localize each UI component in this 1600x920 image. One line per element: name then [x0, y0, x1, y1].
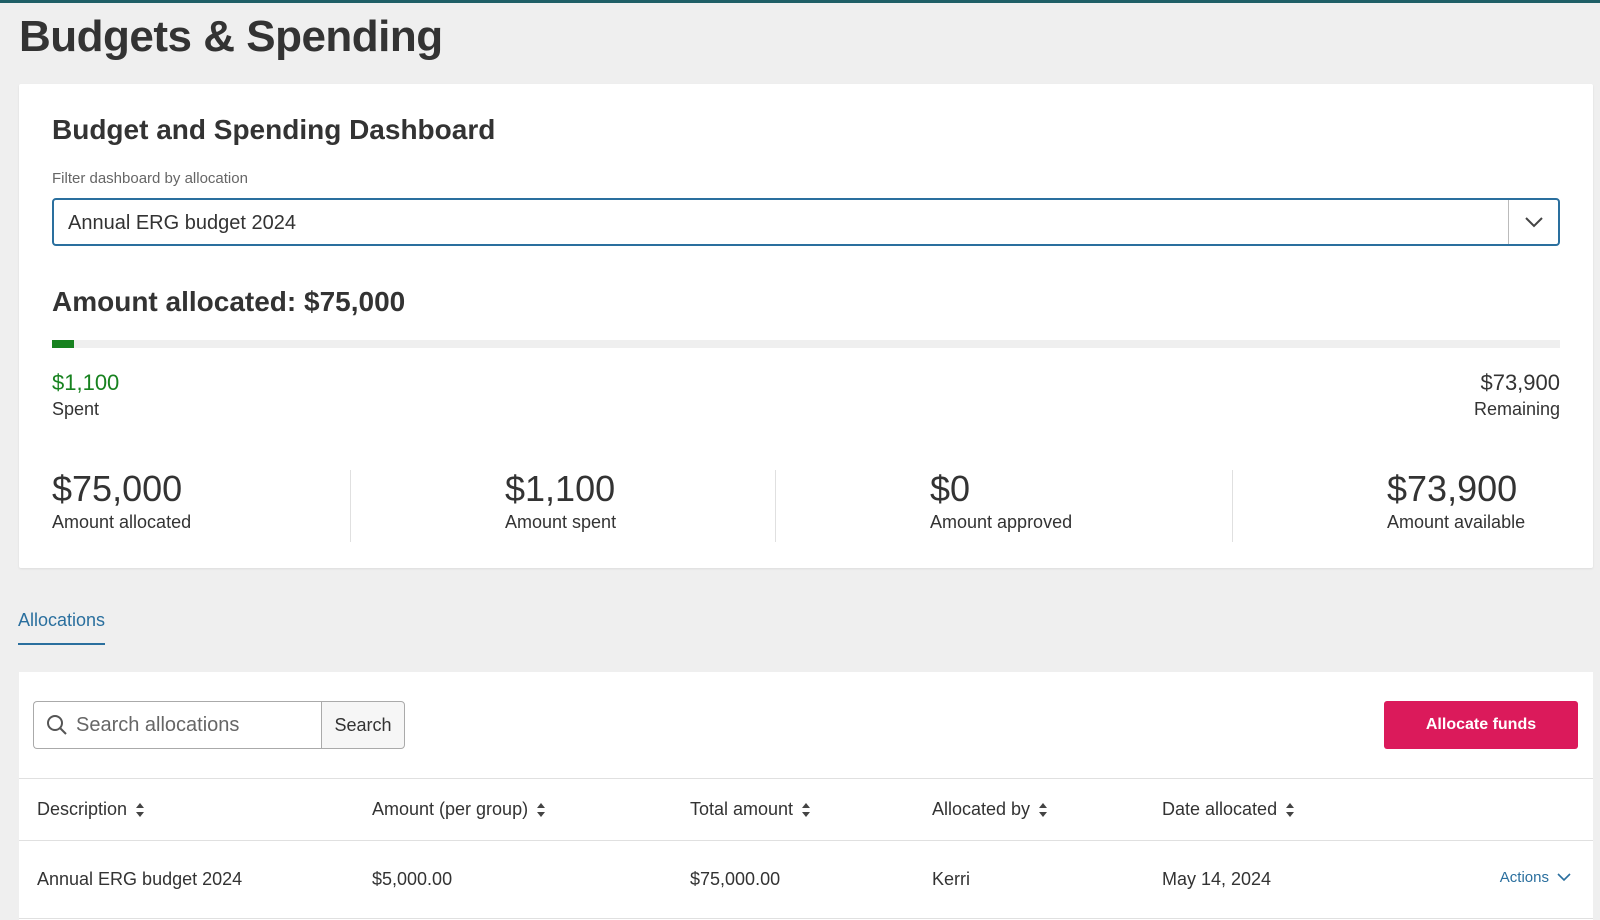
table-header: Description Amount (per group) Total amo… — [19, 778, 1593, 841]
column-header-description[interactable]: Description — [37, 799, 145, 820]
stat-value: $0 — [930, 468, 971, 509]
allocation-filter-value: Annual ERG budget 2024 — [68, 212, 296, 234]
stat-value: $1,100 — [505, 468, 616, 509]
stat-amount-allocated: $75,000 Amount allocated — [52, 468, 191, 533]
dashboard-card: Budget and Spending Dashboard Filter das… — [19, 84, 1593, 568]
cell-description: Annual ERG budget 2024 — [37, 869, 243, 889]
table-row: Annual ERG budget 2024 $5,000.00 $75,000… — [19, 841, 1593, 919]
column-header-allocated-by[interactable]: Allocated by — [932, 799, 1048, 820]
column-header-total-amount[interactable]: Total amount — [690, 799, 811, 820]
page-title: Budgets & Spending — [19, 12, 443, 61]
cell-total-amount: $75,000.00 — [690, 869, 781, 889]
filter-label: Filter dashboard by allocation — [52, 170, 248, 187]
stat-divider — [1232, 470, 1233, 542]
search-icon — [46, 714, 68, 741]
chevron-down-icon[interactable] — [1508, 200, 1558, 244]
allocation-filter-select[interactable]: Annual ERG budget 2024 — [52, 198, 1560, 246]
column-header-amount-per-group[interactable]: Amount (per group) — [372, 799, 546, 820]
column-header-label: Allocated by — [932, 799, 1031, 819]
stat-label: Amount approved — [930, 512, 1073, 532]
search-box — [33, 701, 321, 749]
top-accent-line — [0, 0, 1600, 3]
amount-allocated-heading: Amount allocated: $75,000 — [52, 286, 406, 317]
spending-progress-bar — [52, 340, 1560, 348]
stat-label: Amount available — [1387, 512, 1526, 532]
remaining-amount: $73,900 — [1480, 370, 1560, 395]
row-actions-menu[interactable]: Actions — [1500, 869, 1571, 886]
column-header-date-allocated[interactable]: Date allocated — [1162, 799, 1295, 820]
sort-icon[interactable] — [1038, 802, 1048, 818]
sort-icon[interactable] — [801, 802, 811, 818]
allocations-panel: Search Allocate funds Description Amount… — [19, 672, 1593, 920]
column-header-label: Date allocated — [1162, 799, 1278, 819]
spent-amount: $1,100 — [52, 370, 120, 395]
stat-amount-spent: $1,100 Amount spent — [505, 468, 616, 533]
stat-divider — [350, 470, 351, 542]
stat-amount-available: $73,900 Amount available — [1387, 468, 1525, 533]
search-button[interactable]: Search — [321, 701, 405, 749]
column-header-label: Total amount — [690, 799, 794, 819]
spending-progress-fill — [52, 340, 75, 348]
stat-label: Amount allocated — [52, 512, 192, 532]
remaining-label: Remaining — [1473, 399, 1560, 419]
search-input[interactable] — [76, 712, 306, 738]
tab-allocations[interactable]: Allocations — [18, 610, 106, 645]
sort-icon[interactable] — [1285, 802, 1295, 818]
allocate-funds-button[interactable]: Allocate funds — [1384, 701, 1578, 749]
stat-value: $75,000 — [52, 468, 183, 509]
sort-icon[interactable] — [536, 802, 546, 818]
cell-date-allocated: May 14, 2024 — [1162, 869, 1272, 889]
actions-label[interactable]: Actions — [1500, 869, 1549, 886]
stat-divider — [775, 470, 776, 542]
dashboard-title: Budget and Spending Dashboard — [52, 114, 496, 145]
cell-allocated-by: Kerri — [932, 869, 971, 889]
column-header-label: Description — [37, 799, 128, 819]
stat-value: $73,900 — [1387, 468, 1518, 509]
column-header-label: Amount (per group) — [372, 799, 529, 819]
sort-icon[interactable] — [135, 802, 145, 818]
chevron-down-icon[interactable] — [1557, 873, 1571, 882]
cell-amount-per-group: $5,000.00 — [372, 869, 453, 889]
spent-label: Spent — [52, 399, 100, 419]
stat-label: Amount spent — [505, 512, 617, 532]
stat-amount-approved: $0 Amount approved — [930, 468, 1072, 533]
